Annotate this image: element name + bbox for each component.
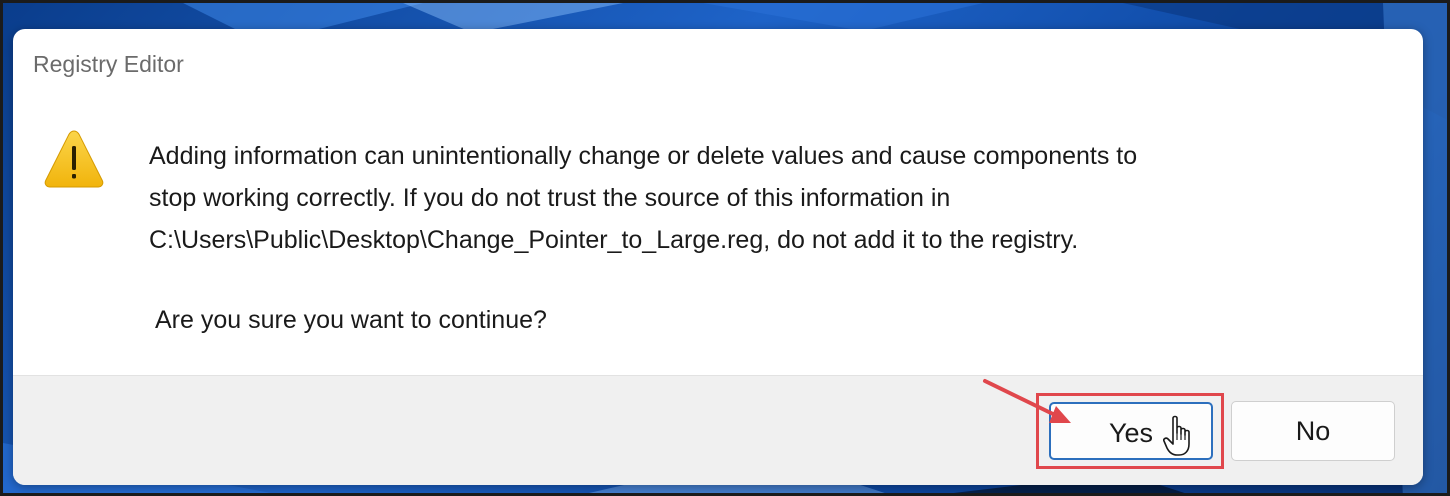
no-button[interactable]: No xyxy=(1231,401,1395,461)
message-line: Adding information can unintentionally c… xyxy=(149,142,1138,170)
screenshot-frame: Registry Editor Adding information can u… xyxy=(0,0,1450,496)
message-line: C:\Users\Public\Desktop\Change_Pointer_t… xyxy=(149,226,1079,254)
warning-message: Adding information can unintentionally c… xyxy=(149,135,1369,261)
dialog-button-bar: Yes No xyxy=(13,375,1423,485)
registry-editor-dialog: Registry Editor Adding information can u… xyxy=(13,29,1423,485)
confirmation-question: Are you sure you want to continue? xyxy=(155,306,547,334)
hand-pointer-icon xyxy=(1163,415,1190,456)
message-line: stop working correctly. If you do not tr… xyxy=(149,184,951,212)
warning-icon xyxy=(44,130,104,188)
dialog-title: Registry Editor xyxy=(33,51,184,77)
